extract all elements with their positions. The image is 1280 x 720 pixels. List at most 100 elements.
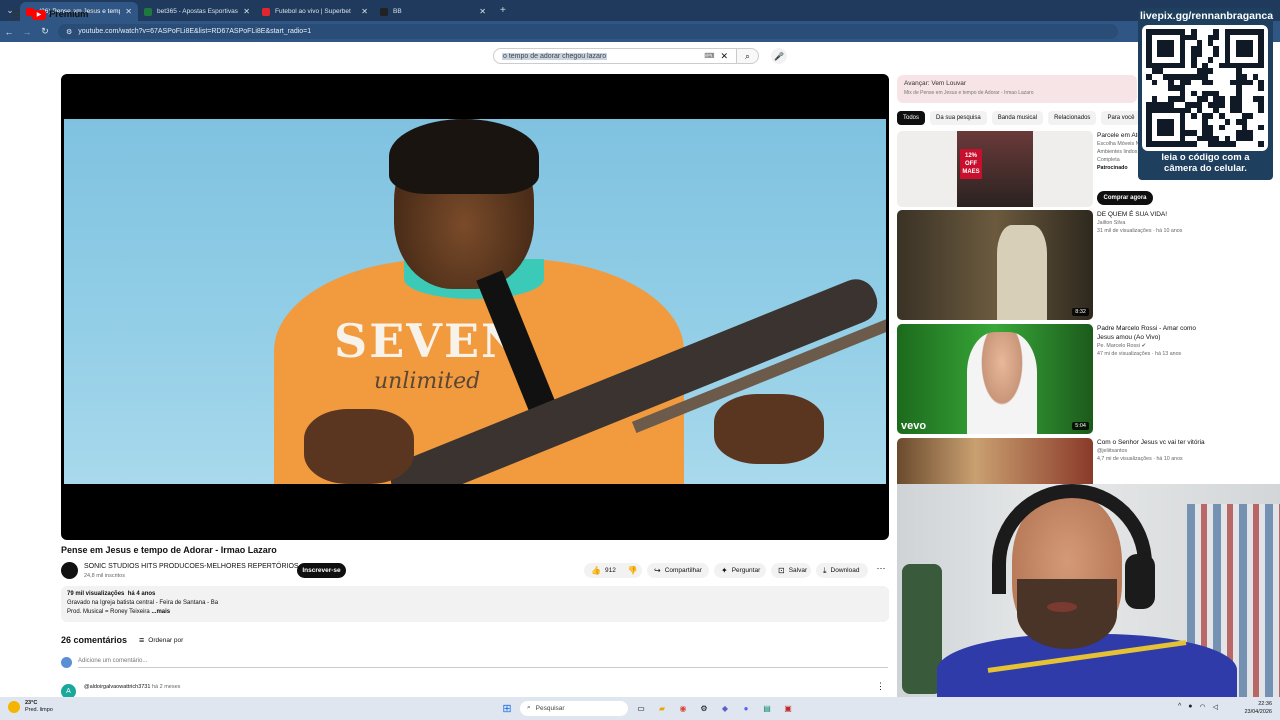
- close-tab-icon[interactable]: ✕: [243, 7, 250, 16]
- tab-title: bet365 - Apostas Esportivas On: [157, 8, 238, 15]
- taskbar-apps: ⊞ ⌕ Pesquisar ▭ ▰ ◉ ⚙ ◆ ● ▤ ▣: [499, 700, 796, 716]
- tray-overflow-icon[interactable]: ^: [1178, 703, 1181, 711]
- tab-bet365[interactable]: bet365 - Apostas Esportivas On ✕: [138, 2, 256, 21]
- chip-para-voce[interactable]: Para você: [1101, 111, 1141, 125]
- verified-icon: ✔: [1141, 343, 1146, 349]
- qr-code-grid: [1146, 29, 1264, 147]
- task-view-icon[interactable]: ▭: [633, 700, 649, 716]
- ad-thumbnail[interactable]: 12% OFF MAES: [897, 131, 1093, 207]
- youtube-premium-logo[interactable]: ▶ Premium BR: [32, 9, 97, 20]
- voice-search-mic-icon[interactable]: 🎤: [771, 48, 787, 64]
- volume-icon[interactable]: ◁: [1213, 703, 1218, 711]
- related-channel: @jeliitsantos: [1097, 448, 1128, 454]
- video-description[interactable]: 79 mil visualizações há 4 anos Gravado n…: [61, 586, 889, 622]
- video-title: Pense em Jesus e tempo de Adorar - Irmao…: [61, 545, 277, 555]
- qr-caption: leia o código com a câmera do celular.: [1140, 152, 1271, 174]
- reload-icon[interactable]: ↻: [36, 26, 54, 37]
- related-thumbnail[interactable]: 8:32: [897, 210, 1093, 320]
- chip-relacionados[interactable]: Relacionados: [1048, 111, 1097, 125]
- ask-label: Perguntar: [731, 567, 761, 574]
- weather-status: Pred. limpo: [25, 707, 53, 713]
- menu-hamburger-icon[interactable]: ☰: [11, 9, 21, 22]
- microphone-icon[interactable]: ●: [1188, 703, 1192, 711]
- bet365-favicon-icon: [144, 7, 152, 16]
- channel-avatar[interactable]: [61, 562, 78, 579]
- subscribe-button[interactable]: Inscrever-se: [297, 563, 346, 578]
- discord-icon[interactable]: ●: [738, 700, 754, 716]
- related-meta: 31 mil de visualizações · há 10 anos: [1097, 228, 1183, 234]
- forward-arrow-icon[interactable]: →: [18, 27, 36, 37]
- related-thumbnail[interactable]: [897, 438, 1093, 484]
- search-icon: ⌕: [744, 50, 751, 61]
- wifi-icon[interactable]: ◠: [1200, 703, 1206, 711]
- taskbar-search-input[interactable]: ⌕ Pesquisar: [520, 700, 628, 716]
- tab-title: Futebol ao vivo | Superbet: [275, 8, 351, 15]
- related-info[interactable]: DE QUEM É SUA VIDA! Jailton Silva 31 mil…: [1097, 210, 1207, 235]
- tab-superbet[interactable]: Futebol ao vivo | Superbet ✕: [256, 2, 374, 21]
- close-tab-icon[interactable]: ✕: [361, 7, 368, 16]
- comment-more-icon[interactable]: ⋮: [876, 681, 885, 692]
- commenter-name[interactable]: @aldoirgalvaowattrich3731 há 2 meses: [84, 684, 180, 690]
- badge-tag: MAES: [962, 169, 980, 175]
- add-comment-input[interactable]: Adicione um comentário...: [78, 658, 888, 668]
- keyboard-icon[interactable]: ⌨: [704, 52, 714, 60]
- url-text: youtube.com/watch?v=67ASPoFLi8E&list=RD6…: [78, 28, 312, 35]
- tab-bb[interactable]: BB ✕: [374, 2, 492, 21]
- buy-now-button[interactable]: Comprar agora: [1097, 191, 1153, 205]
- url-bar[interactable]: ⚙ youtube.com/watch?v=67ASPoFLi8E&list=R…: [58, 24, 1118, 39]
- chip-banda-musical[interactable]: Banda musical: [991, 111, 1044, 125]
- download-button[interactable]: ⤓ Download: [816, 563, 868, 578]
- notepad-icon[interactable]: ▤: [759, 700, 775, 716]
- mix-playlist-panel[interactable]: Avançar: Vem Louvar Mix de Pense em Jesu…: [897, 75, 1137, 103]
- chip-todos[interactable]: Todos: [897, 111, 926, 125]
- fretting-hand: [714, 394, 824, 464]
- search-input[interactable]: o tempo de adorar chegou lazaro ⌨ ✕: [493, 48, 737, 64]
- dislike-thumb-icon[interactable]: 👎: [628, 566, 638, 575]
- bassist-hair: [389, 119, 539, 194]
- related-channel: Pe. Marcelo Rossi ✔: [1097, 343, 1146, 349]
- system-tray: ^ ● ◠ ◁: [1178, 703, 1218, 711]
- share-button[interactable]: ↪ Compartilhar: [647, 563, 709, 578]
- video-duration: 8:32: [1072, 308, 1089, 316]
- related-info[interactable]: Padre Marcelo Rossi - Amar como Jesus am…: [1097, 324, 1207, 358]
- chip-da-sua-pesquisa[interactable]: Da sua pesquisa: [930, 111, 987, 125]
- next-up-label: Avançar: Vem Louvar: [904, 80, 967, 87]
- more-actions-icon[interactable]: ⋯: [874, 563, 888, 578]
- temperature: 23°C: [25, 700, 38, 706]
- video-player[interactable]: SEVEN unlimited: [61, 74, 889, 540]
- sort-icon: ≡: [139, 635, 145, 645]
- channel-name[interactable]: SONIC STUDIOS HITS PRODUCOES-MELHORES RE…: [84, 563, 299, 570]
- show-more-link[interactable]: ...mais: [151, 609, 170, 615]
- clear-search-icon[interactable]: ✕: [720, 51, 728, 62]
- badge-percent: 12%: [964, 153, 977, 159]
- teams-icon[interactable]: ◆: [717, 700, 733, 716]
- qr-caption-line-1: leia o código com a: [1161, 152, 1250, 163]
- sort-label: Ordenar por: [148, 636, 184, 644]
- chrome-icon[interactable]: ◉: [675, 700, 691, 716]
- related-title: Com o Senhor Jesus vc vai ter vitória: [1097, 439, 1205, 446]
- related-info[interactable]: Com o Senhor Jesus vc vai ter vitória @j…: [1097, 438, 1207, 463]
- ask-button[interactable]: ✦ Perguntar: [714, 563, 766, 578]
- media-app-icon[interactable]: ▣: [780, 700, 796, 716]
- mix-title: Mix de Pense em Jesus e tempo de Adorar …: [904, 90, 1034, 96]
- site-info-icon[interactable]: ⚙: [66, 28, 72, 36]
- like-thumb-icon[interactable]: 👍: [591, 566, 601, 575]
- close-tab-icon[interactable]: ✕: [479, 7, 486, 16]
- like-count: 912: [604, 567, 616, 574]
- new-tab-plus-icon[interactable]: +: [492, 5, 514, 16]
- badge-off: OFF: [965, 161, 977, 167]
- clock-time: 22:36: [1258, 701, 1272, 707]
- search-button[interactable]: ⌕: [737, 48, 759, 64]
- like-dislike-group: 👍 912 👎: [584, 563, 642, 578]
- sort-comments-button[interactable]: ≡ Ordenar por: [139, 635, 183, 645]
- clock[interactable]: 22:36 23/04/2026: [1236, 700, 1272, 716]
- close-tab-icon[interactable]: ✕: [125, 7, 132, 16]
- related-thumbnail[interactable]: vevo 5:04: [897, 324, 1093, 434]
- windows-start-icon[interactable]: ⊞: [499, 700, 515, 716]
- weather-widget[interactable]: 23°C Pred. limpo: [8, 700, 53, 714]
- file-explorer-icon[interactable]: ▰: [654, 700, 670, 716]
- view-count: 79 mil visualizações: [67, 591, 125, 597]
- settings-gear-icon[interactable]: ⚙: [696, 700, 712, 716]
- back-arrow-icon[interactable]: ←: [0, 27, 18, 37]
- save-button[interactable]: ⊡ Salvar: [771, 563, 811, 578]
